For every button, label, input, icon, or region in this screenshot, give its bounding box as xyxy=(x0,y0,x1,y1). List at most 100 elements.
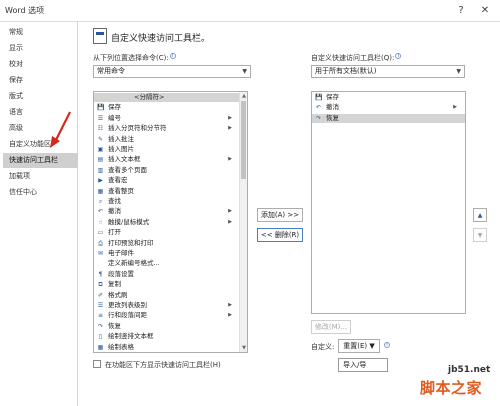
list-item-label: 绘制表格 xyxy=(108,342,134,351)
list-item-label: 查看宏 xyxy=(108,176,128,185)
draw-table-icon: ▦ xyxy=(97,343,104,351)
list-item[interactable]: ▣ 插入图片 xyxy=(94,145,240,154)
list-item[interactable]: ↶ 撤消 ▶ xyxy=(94,207,240,216)
list-item[interactable]: ↷ 恢复 xyxy=(312,113,465,123)
list-item-label: 查看多个页面 xyxy=(108,165,147,174)
list-item-label: 查找 xyxy=(108,197,121,205)
help-button[interactable]: ? xyxy=(452,2,470,20)
list-item[interactable]: ☷ 插入分页符和分节符 ▶ xyxy=(94,124,240,133)
list-item[interactable]: ⌕ 查找 xyxy=(94,197,240,206)
remove-button[interactable]: << 删除(R) xyxy=(257,228,303,242)
move-up-icon: ▲ xyxy=(477,212,483,219)
scroll-down-icon[interactable]: ▼ xyxy=(241,345,247,351)
list-item[interactable]: ¶ 段落设置 xyxy=(94,270,240,279)
list-item[interactable]: ▭ 打开 xyxy=(94,228,240,237)
list-item[interactable]: ▶ 查看宏 xyxy=(94,176,240,185)
info-icon: i xyxy=(384,342,390,348)
sidebar-item[interactable]: 显示 xyxy=(3,41,78,56)
modify-button[interactable]: 修改(M)... xyxy=(311,320,351,334)
submenu-arrow-icon: ▶ xyxy=(228,312,232,319)
sidebar-item[interactable]: 快速访问工具栏 xyxy=(3,153,78,168)
list-item[interactable]: ↶ 撤消 ▶ xyxy=(312,103,465,112)
undo-icon: ↶ xyxy=(97,208,104,216)
sidebar-item[interactable]: 加载项 xyxy=(3,169,78,184)
line-spacing-icon: ≡ xyxy=(97,312,104,320)
scroll-up-icon[interactable]: ▲ xyxy=(241,93,247,99)
sidebar-item[interactable]: 保存 xyxy=(3,73,78,88)
list-item-label: 格式刷 xyxy=(108,290,128,299)
submenu-arrow-icon: ▶ xyxy=(228,114,232,121)
list-item[interactable]: ☰ 编号 ▶ xyxy=(94,114,240,123)
list-item[interactable]: 💾 保存 xyxy=(94,103,240,112)
list-item-label: 复制 xyxy=(108,280,121,289)
textbox-icon: ▤ xyxy=(97,156,104,164)
list-item[interactable]: 💾 保存 xyxy=(312,93,465,102)
submenu-arrow-icon: ▶ xyxy=(228,302,232,308)
sidebar-item[interactable]: 常规 xyxy=(3,25,78,40)
list-item[interactable]: ⧉ 复制 xyxy=(94,280,240,289)
submenu-arrow-icon: ▶ xyxy=(228,156,232,163)
picture-icon: ▣ xyxy=(97,146,104,153)
list-item-label: 保存 xyxy=(326,93,339,101)
commands-list-scrollbar[interactable]: ▲ ▼ xyxy=(239,92,247,352)
list-item-label: 插入图片 xyxy=(108,145,134,153)
list-item-label: 行和段落间距 xyxy=(108,311,147,320)
move-down-button[interactable]: ▼ xyxy=(473,228,487,242)
list-item[interactable]: ≡ 行和段落间距 ▶ xyxy=(94,311,240,320)
submenu-arrow-icon: ▶ xyxy=(453,104,457,111)
copy-icon: ⧉ xyxy=(98,281,103,289)
list-item-label: 插入批注 xyxy=(108,134,134,143)
list-item[interactable]: ↷ 恢复 xyxy=(94,322,240,331)
show-below-ribbon-checkbox[interactable] xyxy=(93,360,101,368)
multi-page-icon: ▥ xyxy=(97,166,104,174)
customize-for-label: 自定义快速访问工具栏(Q): i xyxy=(311,53,402,63)
submenu-arrow-icon: ▶ xyxy=(228,125,232,132)
list-item[interactable]: <分隔符> xyxy=(94,93,240,102)
list-item[interactable]: ⎙ 打印预览和打印 xyxy=(94,239,240,248)
list-item-label: 打印预览和打印 xyxy=(108,238,154,247)
options-sidebar: 常规 显示 校对 保存 版式 语言 高级 自定义功能区 快速访问工具栏 加载项 信任中心 xyxy=(3,22,78,406)
list-level-icon: ☰ xyxy=(97,302,104,309)
list-item[interactable]: ▦ 绘制表格 xyxy=(94,343,240,352)
customize-for-dropdown[interactable]: 用于所有文档(默认) ▼ xyxy=(311,65,465,78)
list-item[interactable]: ✐ 格式刷 xyxy=(94,291,240,300)
submenu-arrow-icon: ▶ xyxy=(228,218,232,225)
move-up-button[interactable]: ▲ xyxy=(473,208,487,222)
list-item-label: 段落设置 xyxy=(108,269,134,278)
window-title: Word 选项 xyxy=(5,6,45,15)
scrollbar-thumb[interactable] xyxy=(241,101,246,179)
touch-mode-icon: ☝ xyxy=(98,218,103,226)
list-item-label: 更改列表级别 xyxy=(108,301,147,309)
add-button[interactable]: 添加(A) >> xyxy=(257,208,303,222)
sidebar-item[interactable]: 信任中心 xyxy=(3,185,78,200)
list-item[interactable]: ▦ 查看整页 xyxy=(94,187,240,196)
list-item-label: 插入分页符和分节符 xyxy=(108,124,167,133)
list-item-label: 恢复 xyxy=(108,321,121,330)
list-item[interactable]: ☝ 触摸/鼠标模式 ▶ xyxy=(94,218,240,227)
full-page-icon: ▦ xyxy=(97,187,104,195)
list-item[interactable]: ☰ 更改列表级别 ▶ xyxy=(94,301,240,310)
list-item[interactable]: ✉ 电子邮件 xyxy=(94,249,240,258)
choose-from-dropdown[interactable]: 常用命令 ▼ xyxy=(93,65,251,78)
chevron-down-icon: ▼ xyxy=(456,68,461,75)
show-below-ribbon-label: 在功能区下方显示快速访问工具栏(H) xyxy=(105,361,221,369)
list-item[interactable]: ▤ 插入文本框 ▶ xyxy=(94,155,240,164)
title-bar: Word 选项 ? ✕ xyxy=(0,0,500,22)
sidebar-item[interactable]: 版式 xyxy=(3,89,78,104)
page-break-icon: ☷ xyxy=(97,125,104,133)
list-item-label: 插入文本框 xyxy=(108,155,141,164)
close-button[interactable]: ✕ xyxy=(476,2,494,20)
list-item-label: 编号 xyxy=(108,113,121,122)
commands-list[interactable]: <分隔符> 💾 保存 ☰ 编号 ▶ ☷ 插入分页符和分节符 ▶ ✎ 插入批注 ▣ 插入图片 ▤ 插入文本框 ▶… xyxy=(93,91,248,353)
choose-from-label: 从下列位置选择命令(C): i xyxy=(93,53,176,63)
sidebar-item[interactable]: 校对 xyxy=(3,57,78,72)
reset-dropdown-button[interactable]: 重置(E) ▼ xyxy=(338,339,380,353)
import-export-option[interactable]: 导入/导 xyxy=(338,358,388,372)
list-item[interactable]: 定义新编号格式... xyxy=(94,259,240,268)
list-item[interactable]: ✎ 插入批注 xyxy=(94,135,240,144)
redo-icon: ↷ xyxy=(97,322,104,330)
list-item[interactable]: ▯ 绘制竖排文本框 xyxy=(94,332,240,341)
toolbar-items-list[interactable]: 💾 保存 ↶ 撤消 ▶ ↷ 恢复 xyxy=(311,91,466,314)
list-item[interactable]: ▥ 查看多个页面 xyxy=(94,166,240,175)
vertical-textbox-icon: ▯ xyxy=(98,333,103,341)
